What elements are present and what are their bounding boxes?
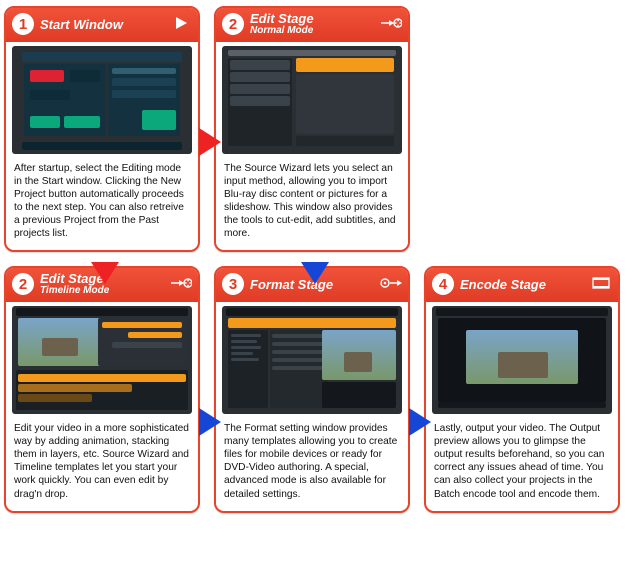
card-format-stage: 3 Format Stage The Format setting wind: [214, 266, 410, 512]
card-subtitle: Timeline Mode: [40, 286, 109, 296]
arrow-editnormal-to-format: [301, 262, 329, 284]
workflow-grid: 1 Start Window After startup, select the…: [0, 0, 640, 519]
screenshot-start-window: [12, 46, 192, 154]
step-number: 2: [222, 13, 244, 35]
card-start-window: 1 Start Window After startup, select the…: [4, 6, 200, 252]
card-title: Encode Stage: [460, 278, 546, 291]
card-encode-stage: 4 Encode Stage Lastly, output your video…: [424, 266, 620, 512]
arrow-start-to-timeline: [91, 262, 119, 284]
step-number: 2: [12, 273, 34, 295]
reel-arrow-icon: [380, 14, 402, 32]
card-subtitle: Normal Mode: [250, 26, 314, 36]
step-number: 3: [222, 273, 244, 295]
card-description: Edit your video in a more sophisticated …: [6, 418, 198, 510]
card-description: The Format setting window provides many …: [216, 418, 408, 510]
play-icon: [170, 14, 192, 32]
gear-arrow-icon: [380, 274, 402, 292]
card-description: After startup, select the Editing mode i…: [6, 158, 198, 250]
screenshot-format-stage: [222, 306, 402, 414]
screenshot-edit-normal: [222, 46, 402, 154]
card-edit-timeline: 2 Edit Stage Timeline Mode Edit your vid…: [4, 266, 200, 512]
arrow-format-to-encode: [409, 408, 431, 436]
screenshot-edit-timeline: [12, 306, 192, 414]
card-header: 4 Encode Stage: [426, 268, 618, 302]
reel-arrow-icon: [170, 274, 192, 292]
card-title: Edit Stage: [250, 12, 314, 25]
screenshot-encode-stage: [432, 306, 612, 414]
card-header: 1 Start Window: [6, 8, 198, 42]
card-description: Lastly, output your video. The Output pr…: [426, 418, 618, 510]
step-number: 4: [432, 273, 454, 295]
card-description: The Source Wizard lets you select an inp…: [216, 158, 408, 250]
arrow-start-to-edit: [199, 128, 221, 156]
step-number: 1: [12, 13, 34, 35]
card-edit-normal: 2 Edit Stage Normal Mode The Source Wiza…: [214, 6, 410, 252]
card-title: Start Window: [40, 18, 123, 31]
card-header: 2 Edit Stage Normal Mode: [216, 8, 408, 42]
filmstrip-icon: [590, 274, 612, 292]
arrow-timeline-to-format: [199, 408, 221, 436]
